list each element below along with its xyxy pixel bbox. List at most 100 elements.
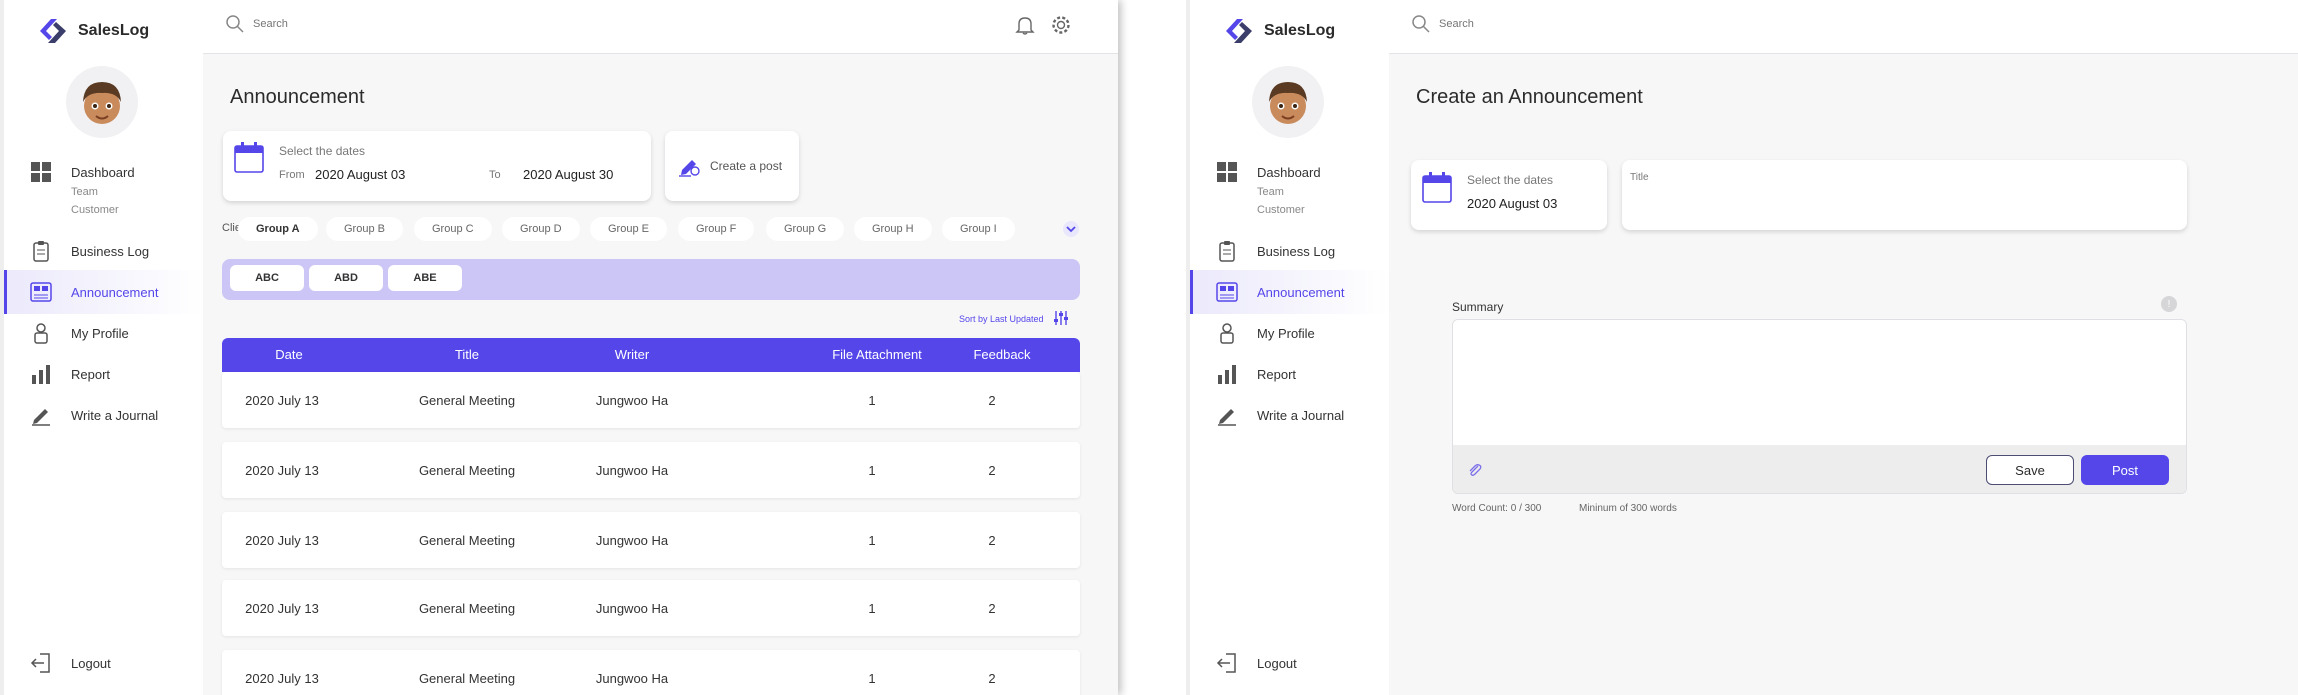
paperclip-icon[interactable] bbox=[1467, 462, 1483, 478]
sidebar-subitem-customer[interactable]: Customer bbox=[1257, 204, 1305, 216]
selected-date[interactable]: 2020 August 03 bbox=[1467, 196, 1557, 211]
column-header-file-attachment[interactable]: File Attachment bbox=[812, 347, 942, 362]
clipboard-icon bbox=[1219, 241, 1235, 262]
to-label: To bbox=[489, 169, 501, 181]
group-chip[interactable]: Group H bbox=[854, 217, 932, 241]
sidebar-subitem-team[interactable]: Team bbox=[71, 186, 98, 198]
cell-feedback: 2 bbox=[988, 393, 996, 408]
table-row[interactable]: 2020 July 13 General Meeting Jungwoo Ha 1 2 bbox=[222, 512, 1080, 568]
tag-button[interactable]: ABD bbox=[309, 265, 383, 291]
table-row[interactable]: 2020 July 13 General Meeting Jungwoo Ha 1 2 bbox=[222, 442, 1080, 498]
table-row[interactable]: 2020 July 13 General Meeting Jungwoo Ha 1 2 bbox=[222, 580, 1080, 636]
sidebar-item-dashboard[interactable]: Dashboard bbox=[4, 150, 203, 194]
group-chip[interactable]: Group E bbox=[590, 217, 667, 241]
sidebar-subitem-team[interactable]: Team bbox=[1257, 186, 1284, 198]
main-content: Create an Announcement Select the dates … bbox=[1389, 0, 2298, 695]
sidebar-item-announcement[interactable]: Announcement bbox=[4, 270, 203, 314]
logout-button[interactable]: Logout bbox=[4, 641, 203, 685]
from-date[interactable]: 2020 August 03 bbox=[315, 167, 405, 182]
cell-writer: Jungwoo Ha bbox=[595, 393, 669, 408]
search-icon bbox=[1412, 15, 1430, 33]
sidebar-item-business-log[interactable]: Business Log bbox=[1190, 229, 1389, 273]
tag-button[interactable]: ABC bbox=[230, 265, 304, 291]
column-header-title[interactable]: Title bbox=[392, 347, 542, 362]
summary-label: Summary bbox=[1452, 300, 1504, 314]
search-input[interactable] bbox=[253, 18, 553, 30]
group-chip[interactable]: Group I bbox=[942, 217, 1015, 241]
cell-feedback: 2 bbox=[988, 533, 996, 548]
sidebar: SalesLog Dashboard Team Customer Busines… bbox=[1186, 0, 1389, 695]
group-chip[interactable]: Group G bbox=[766, 217, 845, 241]
page-title: Create an Announcement bbox=[1416, 86, 1643, 108]
announcement-list-screen: SalesLog Dashboard Team Customer Busines… bbox=[0, 0, 1118, 695]
sidebar-item-my-profile[interactable]: My Profile bbox=[1190, 311, 1389, 355]
avatar[interactable] bbox=[66, 66, 138, 138]
to-date[interactable]: 2020 August 30 bbox=[523, 167, 613, 182]
summary-textarea[interactable] bbox=[1453, 320, 2186, 445]
cell-feedback: 2 bbox=[988, 671, 996, 686]
app-logo[interactable]: SalesLog bbox=[1222, 16, 1335, 46]
logout-label: Logout bbox=[71, 655, 111, 671]
table-row[interactable]: 2020 July 13 General Meeting Jungwoo Ha 1 2 bbox=[222, 372, 1080, 428]
info-icon[interactable]: ! bbox=[2161, 296, 2177, 312]
save-button[interactable]: Save bbox=[1986, 455, 2074, 485]
sidebar-item-label: Dashboard bbox=[1257, 164, 1321, 180]
search-bar[interactable] bbox=[225, 14, 553, 34]
cell-file-attachment: 1 bbox=[868, 533, 876, 548]
clipboard-icon bbox=[33, 241, 49, 262]
expand-groups-button[interactable] bbox=[1063, 221, 1079, 237]
sidebar-item-my-profile[interactable]: My Profile bbox=[4, 311, 203, 355]
dashboard-icon bbox=[31, 162, 51, 182]
cell-date: 2020 July 13 bbox=[245, 463, 319, 478]
group-chip[interactable]: Group F bbox=[678, 217, 755, 241]
sidebar-item-write-journal[interactable]: Write a Journal bbox=[1190, 393, 1389, 437]
group-chip[interactable]: Group C bbox=[414, 217, 492, 241]
summary-editor: Save Post bbox=[1452, 319, 2187, 494]
sidebar-item-write-journal[interactable]: Write a Journal bbox=[4, 393, 203, 437]
cell-date: 2020 July 13 bbox=[245, 671, 319, 686]
column-header-date[interactable]: Date bbox=[222, 347, 356, 362]
column-header-feedback[interactable]: Feedback bbox=[942, 347, 1062, 362]
create-post-button[interactable]: Create a post bbox=[665, 131, 799, 201]
avatar[interactable] bbox=[1252, 66, 1324, 138]
column-header-writer[interactable]: Writer bbox=[562, 347, 702, 362]
sidebar-item-label: Business Log bbox=[71, 243, 150, 259]
logout-label: Logout bbox=[1257, 655, 1297, 671]
sort-label[interactable]: Sort by Last Updated bbox=[959, 314, 1044, 324]
title-field[interactable]: Title bbox=[1622, 160, 2187, 230]
sidebar-item-dashboard[interactable]: Dashboard bbox=[1190, 150, 1389, 194]
title-field-label: Title bbox=[1630, 172, 1649, 183]
logout-button[interactable]: Logout bbox=[1190, 641, 1389, 685]
sidebar-subitem-customer[interactable]: Customer bbox=[71, 204, 119, 216]
search-bar[interactable] bbox=[1411, 14, 1739, 34]
date-picker[interactable]: Select the dates 2020 August 03 bbox=[1411, 160, 1607, 230]
app-logo[interactable]: SalesLog bbox=[36, 16, 149, 46]
sidebar-item-label: Write a Journal bbox=[1257, 407, 1345, 423]
search-input[interactable] bbox=[1439, 18, 1739, 30]
sidebar-item-report[interactable]: Report bbox=[1190, 352, 1389, 396]
group-chip[interactable]: Group B bbox=[326, 217, 403, 241]
sidebar-item-report[interactable]: Report bbox=[4, 352, 203, 396]
sidebar-item-announcement[interactable]: Announcement bbox=[1190, 270, 1389, 314]
sidebar-item-label: Report bbox=[71, 366, 111, 382]
sidebar-item-label: Report bbox=[1257, 366, 1297, 382]
gear-icon[interactable] bbox=[1050, 14, 1072, 36]
group-chip[interactable]: Group A bbox=[238, 217, 318, 241]
bell-icon[interactable] bbox=[1014, 14, 1036, 36]
post-button[interactable]: Post bbox=[2081, 455, 2169, 485]
sidebar-item-business-log[interactable]: Business Log bbox=[4, 229, 203, 273]
group-chip[interactable]: Group D bbox=[502, 217, 580, 241]
dates-label: Select the dates bbox=[279, 144, 366, 158]
logo-icon bbox=[40, 19, 66, 43]
sidebar-item-label: My Profile bbox=[1257, 325, 1315, 341]
cell-writer: Jungwoo Ha bbox=[595, 601, 669, 616]
sidebar-item-label: Announcement bbox=[1257, 284, 1345, 300]
date-range-picker[interactable]: Select the dates From 2020 August 03 To … bbox=[223, 131, 651, 201]
cell-title: General Meeting bbox=[418, 533, 516, 548]
cell-file-attachment: 1 bbox=[868, 463, 876, 478]
tag-button[interactable]: ABE bbox=[388, 265, 462, 291]
filter-icon[interactable] bbox=[1053, 310, 1069, 326]
table-row[interactable]: 2020 July 13 General Meeting Jungwoo Ha 1 2 bbox=[222, 650, 1080, 695]
page-title: Announcement bbox=[230, 86, 365, 108]
word-count: Word Count: 0 / 300 bbox=[1452, 503, 1542, 514]
